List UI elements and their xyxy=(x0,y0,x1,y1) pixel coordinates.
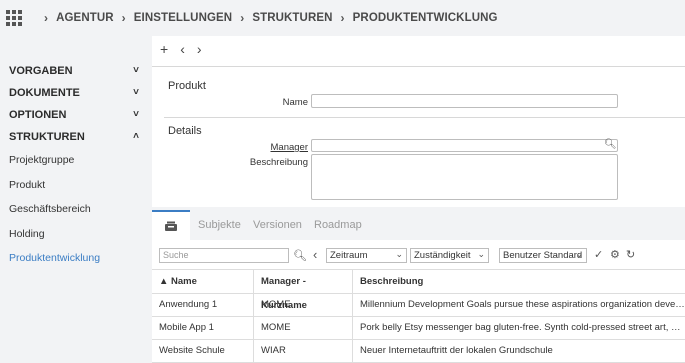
responsibility-select-value: Zuständigkeit xyxy=(414,250,471,261)
table-row[interactable]: Website Schule WIAR Neuer Internetauftri… xyxy=(152,340,685,363)
breadcrumb-strukturen[interactable]: STRUKTUREN xyxy=(252,12,332,24)
cell-manager: WIAR xyxy=(253,340,352,362)
name-label: Name xyxy=(282,97,308,108)
divider xyxy=(152,66,685,67)
add-icon[interactable]: + xyxy=(160,41,168,57)
tab-versionen[interactable]: Versionen xyxy=(253,219,302,231)
sidebar-item-produktentwicklung[interactable]: Produktentwicklung xyxy=(0,246,150,271)
cell-name: Mobile App 1 xyxy=(159,322,214,333)
cell-manager: MOME xyxy=(253,317,352,339)
sidebar: VORGABEN ˅ DOKUMENTE ˅ OPTIONEN ˅ STRUKT… xyxy=(0,60,150,271)
user-default-select[interactable]: Benutzer Standard ⌄ xyxy=(499,248,587,263)
cell-description: Millennium Development Goals pursue thes… xyxy=(352,294,685,316)
breadcrumb: › AGENTUR › EINSTELLUNGEN › STRUKTUREN ›… xyxy=(36,11,498,25)
cell-manager: MOME xyxy=(253,294,352,316)
chevron-left-icon[interactable]: ‹ xyxy=(180,41,185,57)
chevron-right-icon: › xyxy=(240,11,245,25)
sidebar-item-projektgruppe[interactable]: Projektgruppe xyxy=(0,148,150,173)
search-icon[interactable]: 🔍︎ xyxy=(604,139,617,150)
description-field[interactable] xyxy=(311,154,618,200)
refresh-icon[interactable]: ↻ xyxy=(626,248,635,261)
sidebar-section-label: VORGABEN xyxy=(9,65,73,77)
group-title-details: Details xyxy=(168,125,202,137)
name-field[interactable] xyxy=(311,94,618,108)
period-select[interactable]: Zeitraum ⌄ xyxy=(326,248,407,263)
list-panel: Suche 🔍︎ ‹ Zeitraum ⌄ Zuständigkeit ⌄ Be… xyxy=(152,240,685,363)
sidebar-item-geschaeftsbereich[interactable]: Geschäftsbereich xyxy=(0,197,150,222)
manager-label-link[interactable]: Manager xyxy=(252,142,309,153)
manager-field[interactable] xyxy=(311,139,618,152)
inbox-icon xyxy=(165,221,177,231)
chevron-down-icon: ˅ xyxy=(133,109,139,120)
sidebar-section-strukturen[interactable]: STRUKTUREN ˄ xyxy=(0,126,150,148)
chevron-down-icon: ⌄ xyxy=(575,249,583,259)
breadcrumb-agentur[interactable]: AGENTUR xyxy=(56,12,114,24)
search-icon[interactable]: 🔍︎ xyxy=(293,249,307,262)
chevron-left-icon[interactable]: ‹ xyxy=(313,247,317,262)
sidebar-section-label: STRUKTUREN xyxy=(9,131,85,143)
group-title-produkt: Produkt xyxy=(168,80,206,92)
chevron-down-icon: ˅ xyxy=(133,65,139,76)
chevron-right-icon: › xyxy=(121,11,126,25)
sidebar-section-optionen[interactable]: OPTIONEN ˅ xyxy=(0,104,150,126)
chevron-down-icon: ⌄ xyxy=(477,249,485,259)
cell-description: Pork belly Etsy messenger bag gluten-fre… xyxy=(352,317,685,339)
checkmark-icon[interactable]: ✓ xyxy=(594,248,603,261)
column-header-description[interactable]: Beschreibung xyxy=(352,269,685,294)
chevron-up-icon: ˄ xyxy=(133,131,139,142)
cell-name: Anwendung 1 xyxy=(159,299,218,310)
table-row[interactable]: Mobile App 1 MOME Pork belly Etsy messen… xyxy=(152,317,685,340)
tab-overview[interactable] xyxy=(152,210,190,240)
chevron-right-icon[interactable]: › xyxy=(197,41,202,57)
gear-icon[interactable]: ⚙ xyxy=(610,248,620,261)
cell-name: Website Schule xyxy=(159,345,225,356)
sidebar-item-produkt[interactable]: Produkt xyxy=(0,173,150,198)
top-bar: › AGENTUR › EINSTELLUNGEN › STRUKTUREN ›… xyxy=(0,0,685,36)
description-label: Beschreibung xyxy=(249,157,308,168)
chevron-right-icon: › xyxy=(340,11,345,25)
breadcrumb-produktentwicklung: PRODUKTENTWICKLUNG xyxy=(352,12,498,24)
divider xyxy=(164,117,685,118)
sidebar-section-label: OPTIONEN xyxy=(9,109,67,121)
sidebar-section-vorgaben[interactable]: VORGABEN ˅ xyxy=(0,60,150,82)
search-input[interactable]: Suche xyxy=(159,248,289,263)
breadcrumb-einstellungen[interactable]: EINSTELLUNGEN xyxy=(134,12,232,24)
sidebar-item-holding[interactable]: Holding xyxy=(0,222,150,247)
column-header-name[interactable]: ▲ Name xyxy=(152,269,253,294)
tab-bar: Subjekte Versionen Roadmap xyxy=(152,210,685,240)
form-toolbar: + ‹ › xyxy=(160,41,202,57)
sidebar-section-dokumente[interactable]: DOKUMENTE ˅ xyxy=(0,82,150,104)
chevron-down-icon: ⌄ xyxy=(395,249,403,259)
period-select-value: Zeitraum xyxy=(330,250,368,261)
column-header-manager[interactable]: Manager - Kurzname xyxy=(253,269,352,311)
responsibility-select[interactable]: Zuständigkeit ⌄ xyxy=(410,248,489,263)
user-default-select-value: Benutzer Standard xyxy=(503,250,583,261)
app-grid-icon[interactable] xyxy=(6,10,22,26)
sidebar-section-label: DOKUMENTE xyxy=(9,87,80,99)
cell-description: Neuer Internetauftritt der lokalen Grund… xyxy=(352,340,685,362)
tab-subjekte[interactable]: Subjekte xyxy=(198,219,241,231)
chevron-right-icon: › xyxy=(44,11,49,25)
chevron-down-icon: ˅ xyxy=(133,87,139,98)
detail-panel: + ‹ › Produkt Name Details Manager 🔍︎ Be… xyxy=(152,36,685,207)
table-row[interactable]: Anwendung 1 MOME Millennium Development … xyxy=(152,294,685,317)
tab-roadmap[interactable]: Roadmap xyxy=(314,219,362,231)
